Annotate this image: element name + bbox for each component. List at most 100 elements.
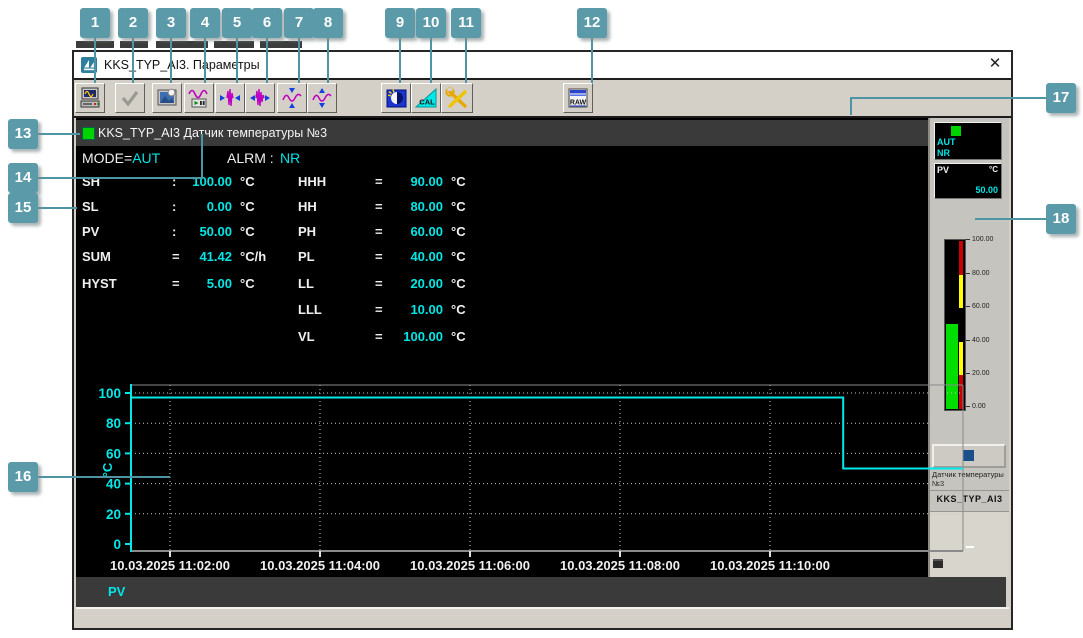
annotation-badge-6: 6 bbox=[252, 8, 282, 38]
print-screen-button[interactable] bbox=[75, 83, 105, 113]
annotation-badge-5: 5 bbox=[222, 8, 252, 38]
callout-line-3 bbox=[170, 38, 172, 83]
bar-gauge bbox=[944, 239, 966, 411]
alarm-value: NR bbox=[280, 150, 301, 166]
export-image-button[interactable] bbox=[152, 83, 182, 113]
sidebar-tag: KKS_TYP_AI3 bbox=[936, 494, 1003, 504]
annotation-badge-3: 3 bbox=[156, 8, 186, 38]
param-row: PV:50.00 °C bbox=[82, 224, 255, 239]
annotation-badge-8: 8 bbox=[313, 8, 343, 38]
confirm-check-icon bbox=[121, 91, 139, 107]
param-row: PH = 60.00 °C bbox=[298, 224, 466, 239]
svg-text:CAL: CAL bbox=[419, 98, 435, 107]
callout-line-16 bbox=[38, 476, 170, 478]
calibration-button[interactable]: CAL bbox=[411, 83, 441, 113]
mode-value: AUT bbox=[132, 150, 161, 166]
callout-line-8 bbox=[327, 38, 329, 83]
raw-data-icon: RAW bbox=[568, 88, 588, 108]
trend-expand-horizontal-icon bbox=[250, 88, 270, 107]
export-trend-image-icon bbox=[157, 88, 177, 106]
trend-compress-vertical-icon bbox=[282, 88, 302, 108]
series-strip-label: PV bbox=[108, 584, 126, 599]
trend-compress-horizontal-button[interactable] bbox=[215, 83, 245, 113]
param-row: VL = 100.00 °C bbox=[298, 329, 466, 344]
callout-line-10 bbox=[430, 38, 432, 83]
gauge-scale-label: 60.00 bbox=[966, 303, 990, 310]
clipped-background-text bbox=[156, 41, 208, 48]
trend-compress-horizontal-icon bbox=[220, 88, 240, 107]
gauge-fill bbox=[946, 324, 958, 409]
mini-window-icon bbox=[933, 559, 943, 568]
trend-run-pause-button[interactable] bbox=[184, 83, 214, 113]
faceplate-tag: KKS_TYP_AI3 bbox=[98, 126, 180, 140]
callout-line-4 bbox=[204, 38, 206, 83]
annotation-badge-7: 7 bbox=[284, 8, 314, 38]
sidebar-lower-area bbox=[930, 512, 1009, 577]
callout-line-17b bbox=[850, 97, 852, 115]
sidebar-status-indicator bbox=[951, 126, 961, 136]
trend-expand-vertical-icon bbox=[312, 88, 332, 108]
callout-line-18 bbox=[975, 218, 1046, 220]
trend-expand-horizontal-button[interactable] bbox=[245, 83, 275, 113]
callout-line-6 bbox=[266, 38, 268, 83]
raw-data-button[interactable]: RAW bbox=[563, 83, 593, 113]
gauge-zone bbox=[959, 274, 963, 309]
gauge-scale-label: 80.00 bbox=[966, 270, 990, 277]
annotation-badge-4: 4 bbox=[190, 8, 220, 38]
gauge-scale-label: 20.00 bbox=[966, 370, 990, 377]
callout-line-12 bbox=[591, 38, 593, 83]
minimize-glyph bbox=[966, 546, 974, 548]
param-row: HHH = 90.00 °C bbox=[298, 174, 466, 189]
annotation-badge-18: 18 bbox=[1046, 204, 1076, 234]
gauge-zones bbox=[959, 241, 963, 409]
trend-compress-vertical-button[interactable] bbox=[277, 83, 307, 113]
trend-expand-vertical-button[interactable] bbox=[307, 83, 337, 113]
callout-line-7 bbox=[298, 38, 300, 83]
sidebar-mode-value: AUT bbox=[937, 137, 956, 147]
param-row: SUM = 41.42 °C/h bbox=[82, 249, 267, 264]
annotation-badge-9: 9 bbox=[385, 8, 415, 38]
confirm-button[interactable] bbox=[115, 83, 145, 113]
gauge-scale-label: 0.00 bbox=[966, 403, 986, 410]
gauge-scale-label: 100.00 bbox=[966, 236, 993, 243]
annotation-badge-10: 10 bbox=[416, 8, 446, 38]
param-row: HH = 80.00 °C bbox=[298, 199, 466, 214]
sidebar-alarm-value: NR bbox=[937, 148, 950, 158]
param-row: HYST = 5.00 °C bbox=[82, 276, 255, 291]
color-settings-icon bbox=[386, 89, 407, 108]
close-button[interactable]: ✕ bbox=[984, 53, 1006, 75]
sidebar-faceplate-button[interactable] bbox=[932, 444, 1006, 468]
callout-line-11 bbox=[465, 38, 467, 83]
callout-line-2 bbox=[132, 38, 134, 83]
service-tools-icon bbox=[445, 87, 467, 108]
clipped-background-text bbox=[214, 41, 254, 48]
annotation-badge-1: 1 bbox=[80, 8, 110, 38]
callout-line-1 bbox=[94, 38, 96, 83]
alarm-label: ALRM : bbox=[227, 150, 274, 166]
mode-alarm-row: MODE=AUT ALRM : NR bbox=[82, 150, 300, 168]
color-settings-button[interactable] bbox=[381, 83, 411, 113]
callout-line-9 bbox=[399, 38, 401, 83]
callout-line-17 bbox=[850, 97, 1046, 99]
series-strip: PV bbox=[76, 577, 1006, 607]
gauge-zone bbox=[959, 341, 963, 376]
gauge-scale-label: 40.00 bbox=[966, 337, 990, 344]
faceplate-description: Датчик температуры №3 bbox=[183, 126, 328, 140]
callout-line-5 bbox=[236, 38, 238, 83]
sidebar-pv-unit: °C bbox=[989, 165, 998, 174]
status-indicator bbox=[82, 127, 95, 140]
faceplate-header: KKS_TYP_AI3 Датчик температуры №3 bbox=[76, 120, 928, 146]
clipped-background-text bbox=[120, 41, 148, 48]
service-tools-button[interactable] bbox=[441, 83, 473, 113]
param-row: SL:0.00 °C bbox=[82, 199, 255, 214]
blue-square-icon bbox=[963, 450, 974, 461]
callout-line-15 bbox=[38, 207, 77, 209]
param-row: LL = 20.00 °C bbox=[298, 276, 466, 291]
annotation-badge-14: 14 bbox=[8, 163, 38, 193]
sidebar-description: Датчик температуры №3 bbox=[932, 470, 1004, 488]
sidebar-pv-value: 50.00 bbox=[975, 185, 998, 195]
annotation-badge-12: 12 bbox=[577, 8, 607, 38]
gauge-zone bbox=[959, 241, 963, 275]
trend-run-pause-icon bbox=[188, 89, 208, 108]
annotation-badge-13: 13 bbox=[8, 119, 38, 149]
